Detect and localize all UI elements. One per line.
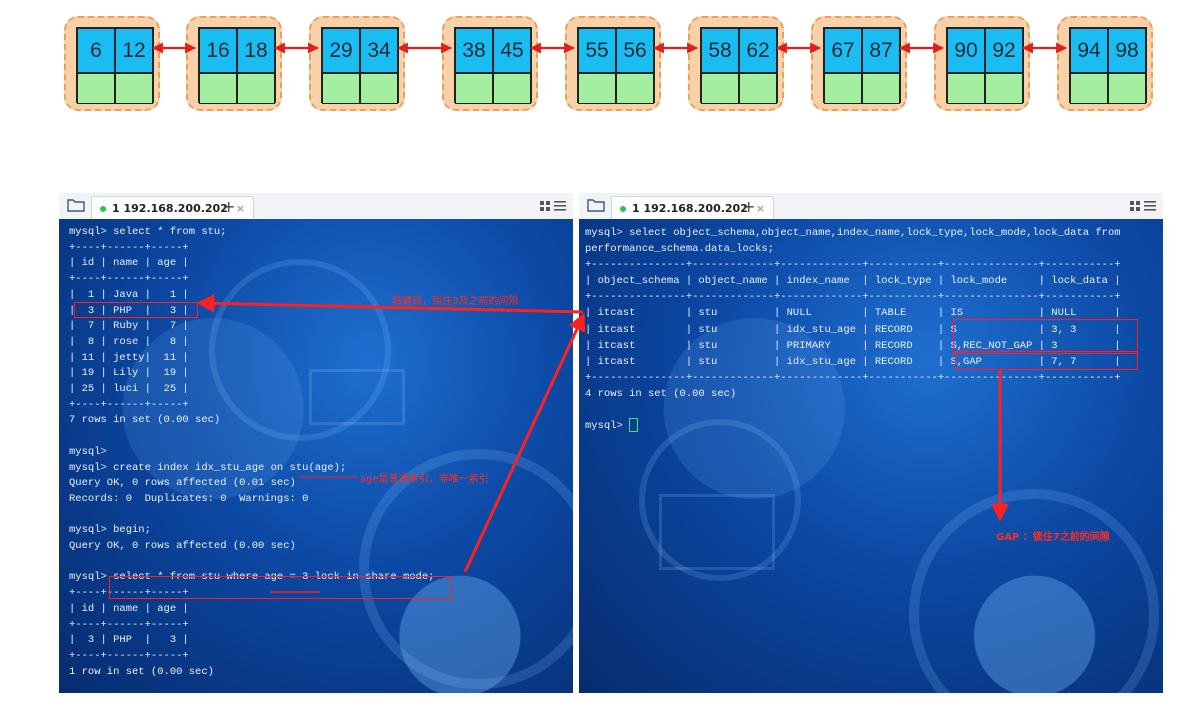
terminal-line: | 25 | luci | 25 | [69, 383, 189, 396]
terminal-line: mysql> create index idx_stu_age on stu(a… [69, 461, 347, 474]
folder-icon[interactable] [67, 198, 85, 212]
terminal-line: +---------------+-------------+---------… [585, 259, 1121, 272]
session-tab-label: 1 192.168.200.202 [112, 202, 228, 215]
terminal-line: mysql> select * from stu; [69, 226, 227, 238]
terminal-line: 1 row in set (0.00 sec) [69, 665, 214, 678]
terminal-line: +----+------+-----+ [69, 649, 189, 662]
next-key-lock-note: 临键锁，锁住3及之前的间隙 [392, 296, 519, 307]
terminal-line: | 11 | jetty| 11 | [69, 351, 189, 364]
left-tab-bar: 1 192.168.200.202 × + [59, 193, 573, 220]
terminal-cursor [629, 418, 639, 433]
terminal-line: +----+------+-----+ [69, 241, 189, 254]
close-tab-icon[interactable]: × [236, 202, 245, 215]
leaf-links [151, 42, 1068, 54]
left-terminal-window: 1 192.168.200.202 × + mysql> select * fr… [59, 193, 573, 693]
share-mode-query-highlight [109, 576, 452, 599]
terminal-line: | 7 | Ruby | 7 | [69, 320, 189, 333]
right-terminal-screen[interactable]: mysql> select object_schema,object_name,… [579, 219, 1163, 693]
background-hexagon-decoration [659, 494, 775, 570]
terminal-line: | id | name | age | [69, 602, 189, 615]
layout-menu-icon[interactable] [1129, 199, 1157, 213]
connected-status-icon [100, 205, 106, 212]
terminal-line: mysql> [69, 445, 107, 458]
terminal-line: +----+------+-----+ [69, 398, 189, 411]
layout-menu-icon[interactable] [539, 199, 567, 213]
terminal-line: +---------------+-------------+---------… [585, 291, 1121, 304]
terminal-line: +----+------+-----+ [69, 273, 189, 286]
session-tab-label: 1 192.168.200.202 [632, 202, 748, 215]
gap-lock-note: GAP ：锁住7之前的间隙 [996, 532, 1110, 543]
leaf-node-chain: 6 12 16 18 29 34 38 45 55 56 58 62 67 87 90 92 94 98 [0, 0, 1192, 130]
php-row-highlight [74, 302, 198, 318]
terminal-line: | 3 | PHP | 3 | [69, 634, 189, 647]
terminal-line: | 19 | Lily | 19 | [69, 367, 189, 380]
s-lock-rows-highlight [953, 319, 1138, 354]
terminal-line: mysql> select object_schema,object_name,… [585, 227, 1121, 239]
new-tab-button[interactable]: + [742, 197, 755, 216]
s-gap-row-highlight [955, 351, 1138, 370]
close-tab-icon[interactable]: × [756, 202, 765, 215]
terminal-line: mysql> [585, 418, 1157, 434]
terminal-line: 7 rows in set (0.00 sec) [69, 414, 221, 427]
terminal-line: Records: 0 Duplicates: 0 Warnings: 0 [69, 492, 309, 505]
terminal-line: 4 rows in set (0.00 sec) [585, 387, 737, 400]
connected-status-icon [620, 205, 626, 212]
right-terminal-window: 1 192.168.200.202 × + mysql> select obje… [579, 193, 1163, 693]
terminal-line: mysql> begin; [69, 524, 151, 537]
terminal-line: Query OK, 0 rows affected (0.00 sec) [69, 540, 296, 553]
terminal-line: performance_schema.data_locks; [585, 243, 775, 256]
terminal-line: +---------------+-------------+---------… [585, 371, 1121, 384]
terminal-line: | object_schema | object_name | index_na… [585, 275, 1121, 288]
terminal-line: | id | name | age | [69, 257, 189, 270]
left-terminal-screen[interactable]: mysql> select * from stu; +----+------+--… [59, 219, 573, 693]
terminal-line: | 8 | rose | 8 | [69, 335, 189, 348]
background-gear-decoration [909, 489, 1159, 693]
right-tab-bar: 1 192.168.200.202 × + [579, 193, 1163, 220]
new-tab-button[interactable]: + [222, 197, 235, 216]
folder-icon[interactable] [587, 198, 605, 212]
terminal-line: +----+------+-----+ [69, 618, 189, 631]
non-unique-index-note: age是普通索引，非唯一索引 [360, 474, 489, 485]
terminal-line: Query OK, 0 rows affected (0.01 sec) [69, 477, 296, 490]
